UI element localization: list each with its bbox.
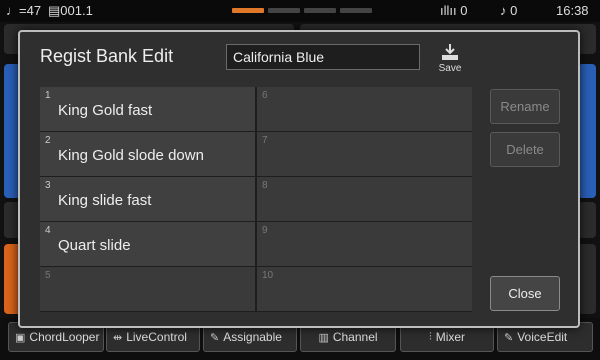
chord-looper-icon: ▣	[15, 331, 26, 344]
slot-3[interactable]: 3 King slide fast	[40, 177, 255, 221]
background-panel	[578, 244, 596, 314]
slot-4[interactable]: 4 Quart slide	[40, 222, 255, 266]
bank-name-field[interactable]: California Blue	[226, 44, 420, 70]
tempo-display[interactable]: ♩=47	[6, 3, 41, 18]
dj-icon: ♪	[500, 3, 511, 18]
save-button[interactable]: Save	[434, 42, 466, 76]
page-dot	[268, 8, 300, 13]
slot-6[interactable]: 6	[257, 87, 472, 131]
rename-button[interactable]: Rename	[490, 89, 560, 124]
page-dot-active	[232, 8, 264, 13]
bar-position[interactable]: ▤001.1	[48, 3, 93, 19]
slot-7[interactable]: 7	[257, 132, 472, 176]
slot-1[interactable]: 1 King Gold fast	[40, 87, 255, 131]
slot-5[interactable]: 5	[40, 267, 255, 311]
assignable-icon: ✎	[210, 331, 220, 344]
mic-level[interactable]: ıllıı 0	[440, 3, 467, 18]
status-bar: ♩=47 ▤001.1 ıllıı 0 ♪ 0 16:38	[0, 0, 600, 22]
delete-button[interactable]: Delete	[490, 132, 560, 167]
save-icon	[442, 44, 458, 60]
background-panel-blue	[578, 64, 596, 198]
page-dot	[340, 8, 372, 13]
channel-icon: ▥	[318, 331, 329, 344]
save-label: Save	[438, 63, 462, 74]
registration-slot-grid: 1 King Gold fast 2 King Gold slode down 3K…	[40, 87, 472, 312]
page-dot	[304, 8, 336, 13]
page-indicator	[232, 8, 372, 13]
dialog-title: Regist Bank Edit	[40, 46, 174, 66]
voice-edit-icon: ✎	[504, 331, 514, 344]
slot-2[interactable]: 2 King Gold slode down	[40, 132, 255, 176]
slot-8[interactable]: 8	[257, 177, 472, 221]
close-button[interactable]: Close	[490, 276, 560, 311]
live-control-icon: ⇹	[113, 331, 123, 344]
slot-10[interactable]: 10	[257, 267, 472, 311]
mixer-icon: ⫶	[428, 330, 432, 343]
bar-icon: ▤	[48, 3, 61, 18]
regist-bank-edit-dialog: Regist Bank Edit California Blue Save 1K…	[18, 30, 580, 328]
clock: 16:38	[556, 3, 589, 18]
mic-icon: ıllıı	[440, 3, 461, 18]
slot-9[interactable]: 9	[257, 222, 472, 266]
dj-level[interactable]: ♪ 0	[500, 3, 517, 18]
background-panel	[578, 202, 596, 238]
